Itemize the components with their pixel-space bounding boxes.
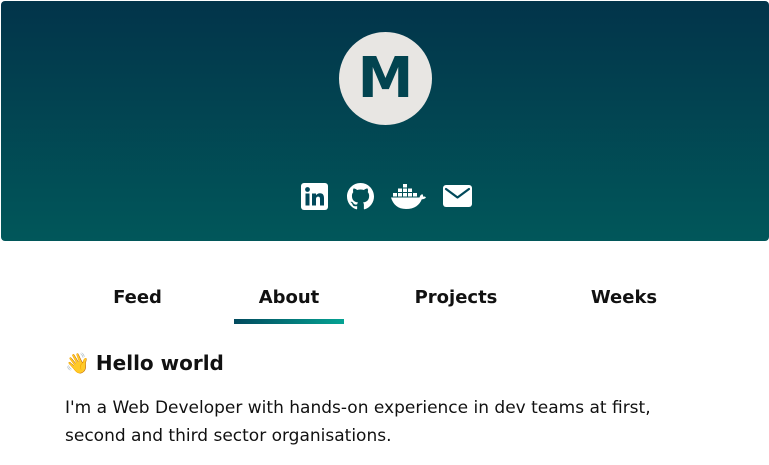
mail-icon <box>442 185 472 207</box>
about-heading-text: Hello world <box>95 351 224 375</box>
tab-feed[interactable]: Feed <box>95 270 180 325</box>
about-heading: 👋 Hello world <box>65 347 725 379</box>
social-links <box>1 181 769 211</box>
profile-header: M <box>1 1 769 241</box>
linkedin-icon <box>300 182 328 210</box>
docker-icon <box>390 184 426 209</box>
avatar-initial: M <box>357 46 414 111</box>
about-body: I'm a Web Developer with hands-on experi… <box>65 398 651 446</box>
tab-weeks[interactable]: Weeks <box>575 270 673 325</box>
avatar: M <box>339 32 432 125</box>
tab-projects[interactable]: Projects <box>400 270 512 325</box>
docker-link[interactable] <box>389 181 426 211</box>
github-link[interactable] <box>346 181 374 211</box>
tab-bar: Feed About Projects Weeks <box>0 270 769 330</box>
github-icon <box>346 182 374 209</box>
linkedin-link[interactable] <box>300 181 328 211</box>
active-tab-indicator <box>234 319 344 324</box>
about-section: 👋 Hello world I'm a Web Developer with ha… <box>65 347 725 450</box>
mail-link[interactable] <box>442 181 472 211</box>
tab-about[interactable]: About <box>234 270 344 325</box>
wave-emoji: 👋 <box>65 351 90 375</box>
